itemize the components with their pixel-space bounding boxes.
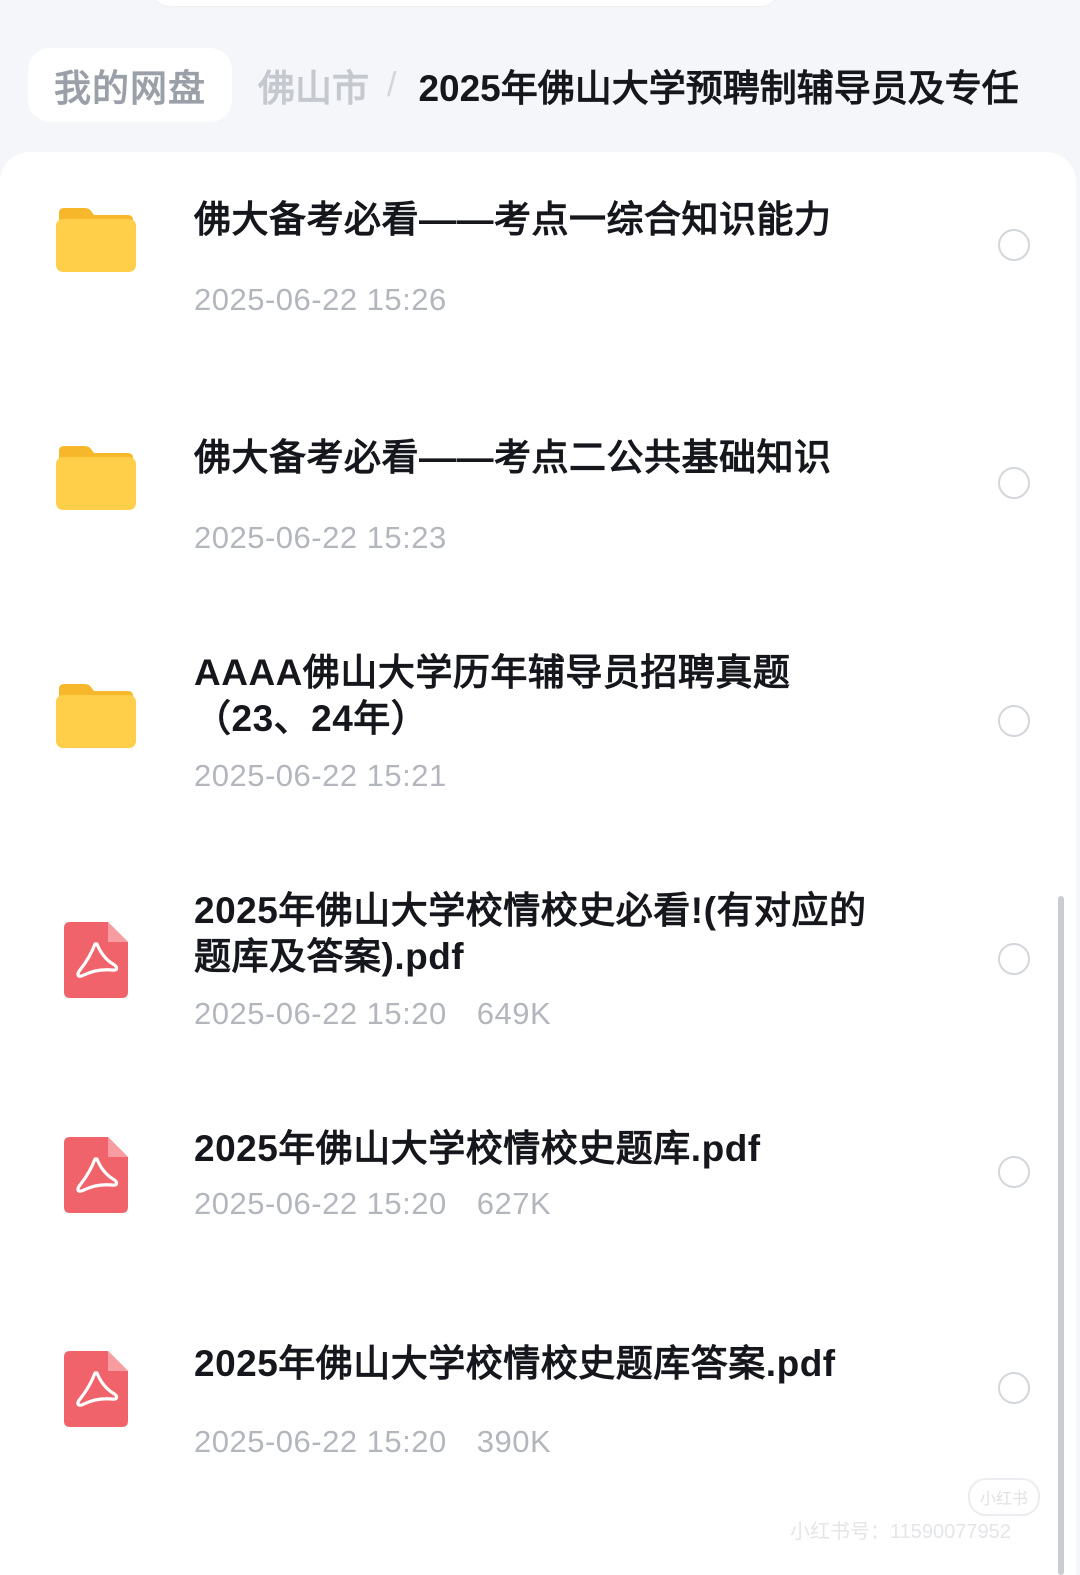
pdf-icon	[64, 922, 128, 998]
folder-icon	[56, 684, 136, 748]
file-meta: 2025-06-22 15:26	[194, 282, 447, 318]
file-row[interactable]: 2025年佛山大学校情校史题库.pdf 2025-06-22 15:20 627K	[0, 1104, 1076, 1294]
folder-icon	[56, 208, 136, 272]
select-radio[interactable]	[998, 943, 1030, 975]
file-name: 佛大备考必看——考点一综合知识能力	[194, 199, 832, 240]
file-row[interactable]: 佛大备考必看——考点二公共基础知识 2025-06-22 15:23	[0, 390, 1076, 628]
breadcrumb-parent[interactable]: 佛山市	[258, 58, 369, 112]
scrollbar[interactable]	[1058, 896, 1064, 1575]
file-name: 2025年佛山大学校情校史题库.pdf	[194, 1128, 761, 1169]
file-size: 627K	[476, 1186, 552, 1221]
folder-icon	[56, 446, 136, 510]
file-meta: 2025-06-22 15:21	[194, 758, 447, 794]
file-date: 2025-06-22 15:21	[194, 758, 447, 793]
file-name: 佛大备考必看——考点二公共基础知识	[194, 437, 832, 478]
file-name: 2025年佛山大学校情校史题库答案.pdf	[194, 1343, 836, 1384]
select-radio[interactable]	[998, 705, 1030, 737]
file-meta: 2025-06-22 15:20 390K	[194, 1424, 551, 1460]
watermark-logo: 小红书	[968, 1478, 1040, 1516]
breadcrumb: 我的网盘 佛山市 / 2025年佛山大学预聘制辅导员及专任	[0, 46, 1080, 124]
file-date: 2025-06-22 15:20	[194, 996, 447, 1031]
file-size: 649K	[476, 996, 552, 1031]
file-date: 2025-06-22 15:23	[194, 520, 447, 555]
file-browser-screen: 我的网盘 佛山市 / 2025年佛山大学预聘制辅导员及专任 佛大备考必看——考点…	[0, 0, 1080, 1575]
breadcrumb-current: 2025年佛山大学预聘制辅导员及专任	[418, 68, 1019, 109]
file-row[interactable]: 佛大备考必看——考点一综合知识能力 2025-06-22 15:26	[0, 152, 1076, 390]
select-radio[interactable]	[998, 467, 1030, 499]
pdf-icon	[64, 1351, 128, 1427]
file-size: 390K	[476, 1424, 552, 1459]
file-date: 2025-06-22 15:20	[194, 1424, 447, 1459]
watermark-text: 小红书号：1159007795​2	[790, 1521, 1011, 1543]
file-meta: 2025-06-22 15:23	[194, 520, 447, 556]
search-bar-edge[interactable]	[150, 0, 780, 6]
pdf-icon	[64, 1137, 128, 1213]
file-name: 2025年佛山大学校情校史必看!(有对应的题库及答案).pdf	[194, 890, 867, 977]
breadcrumb-home[interactable]: 我的网盘	[28, 48, 232, 122]
file-date: 2025-06-22 15:20	[194, 1186, 447, 1221]
file-meta: 2025-06-22 15:20 649K	[194, 996, 551, 1032]
file-list: 佛大备考必看——考点一综合知识能力 2025-06-22 15:26 佛大备考必…	[0, 152, 1076, 1575]
select-radio[interactable]	[998, 229, 1030, 261]
breadcrumb-separator: /	[387, 65, 397, 104]
file-date: 2025-06-22 15:26	[194, 282, 447, 317]
file-name: AAAA佛山大学历年辅导员招聘真题（23、24年）	[194, 652, 791, 739]
select-radio[interactable]	[998, 1372, 1030, 1404]
file-row[interactable]: 2025年佛山大学校情校史题库答案.pdf 2025-06-22 15:20 39…	[0, 1294, 1076, 1534]
file-row[interactable]: 2025年佛山大学校情校史必看!(有对应的题库及答案).pdf 2025-06-…	[0, 866, 1076, 1104]
file-row[interactable]: AAAA佛山大学历年辅导员招聘真题（23、24年） 2025-06-22 15:…	[0, 628, 1076, 866]
file-meta: 2025-06-22 15:20 627K	[194, 1186, 551, 1222]
select-radio[interactable]	[998, 1156, 1030, 1188]
